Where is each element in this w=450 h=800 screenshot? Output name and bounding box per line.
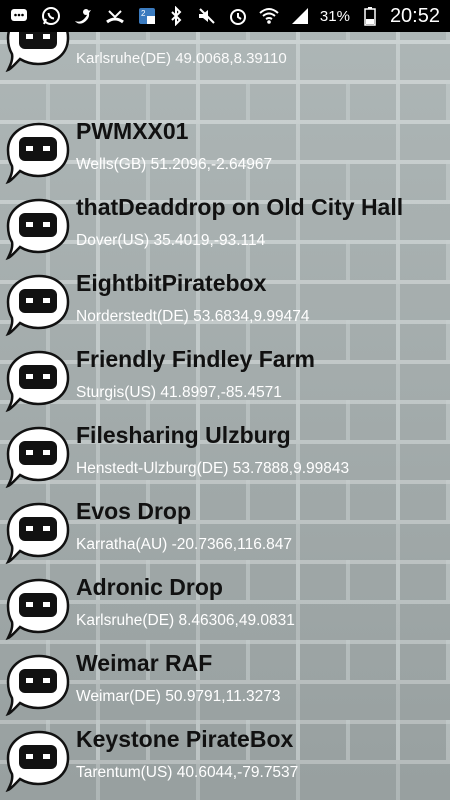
list-item-subtitle: Karratha(AU) -20.7366,116.847 — [76, 536, 292, 553]
deaddrop-speech-bubble-icon — [5, 654, 70, 717]
twitter-icon — [72, 5, 94, 27]
list-item-subtitle: Weimar(DE) 50.9791,11.3273 — [76, 688, 281, 705]
deaddrop-speech-bubble-icon — [5, 502, 70, 565]
deaddrop-speech-bubble-icon — [5, 198, 70, 261]
list-item-title: Filesharing Ulzburg — [76, 422, 291, 448]
battery-percentage: 31% — [319, 7, 350, 25]
deaddrop-speech-bubble-icon — [5, 274, 70, 337]
clock: 20:52 — [389, 4, 440, 27]
svg-text:2: 2 — [141, 9, 146, 18]
list-item[interactable]: Friendly Findley Farm Sturgis(US) 41.8997… — [0, 342, 450, 418]
list-item-title: EightbitPiratebox — [76, 270, 267, 296]
alarm-icon — [227, 5, 249, 27]
list-item[interactable]: Evos Drop Karratha(AU) -20.7366,116.847 — [0, 494, 450, 570]
signal-icon — [289, 5, 311, 27]
list-item-subtitle: Norderstedt(DE) 53.6834,9.99474 — [76, 308, 310, 325]
list-item-title: Keystone PirateBox — [76, 726, 294, 752]
deaddrop-speech-bubble-icon — [5, 350, 70, 413]
missed-call-icon — [104, 5, 126, 27]
battery-icon — [359, 5, 381, 27]
wifi-icon — [258, 5, 280, 27]
list-item-subtitle: Karlsruhe(DE) 8.46306,49.0831 — [76, 612, 295, 629]
deaddrop-speech-bubble-icon — [5, 578, 70, 641]
list-item[interactable]: Weimar RAF Weimar(DE) 50.9791,11.3273 — [0, 646, 450, 722]
list-item[interactable]: EightbitPiratebox Norderstedt(DE) 53.6834… — [0, 266, 450, 342]
dead-drop-list[interactable]: Karlsruhe(DE) 49.0068,8.39110 PWMXX01 Wel… — [0, 32, 450, 800]
list-item-subtitle: Karlsruhe(DE) 49.0068,8.39110 — [76, 50, 287, 67]
deaddrop-speech-bubble-icon — [5, 122, 70, 185]
bluetooth-icon — [165, 5, 187, 27]
deaddrop-speech-bubble-icon — [5, 730, 70, 793]
status-bar: 2 31% 20:52 — [0, 0, 450, 32]
mute-icon — [196, 5, 218, 27]
deaddrop-speech-bubble-icon — [5, 32, 70, 73]
chat-bubble-icon — [8, 5, 30, 27]
list-item-title: Friendly Findley Farm — [76, 346, 315, 372]
list-item[interactable]: thatDeaddrop on Old City Hall Dover(US) 3… — [0, 190, 450, 266]
list-item-subtitle: Henstedt-Ulzburg(DE) 53.7888,9.99843 — [76, 460, 350, 477]
list-item-title: Evos Drop — [76, 498, 192, 524]
list-item[interactable]: Filesharing Ulzburg Henstedt-Ulzburg(DE) … — [0, 418, 450, 494]
list-item-subtitle: Wells(GB) 51.2096,-2.64967 — [76, 156, 273, 173]
list-item[interactable]: Karlsruhe(DE) 49.0068,8.39110 — [0, 32, 450, 76]
list-item[interactable]: Adronic Drop Karlsruhe(DE) 8.46306,49.083… — [0, 570, 450, 646]
list-item-subtitle: Sturgis(US) 41.8997,-85.4571 — [76, 384, 282, 401]
app-notification-icon: 2 — [136, 5, 158, 27]
list-item[interactable]: Keystone PirateBox Tarentum(US) 40.6044,-… — [0, 722, 450, 798]
list-item-subtitle: Dover(US) 35.4019,-93.114 — [76, 232, 266, 249]
list-item-title: thatDeaddrop on Old City Hall — [76, 194, 404, 220]
list-item-subtitle: Tarentum(US) 40.6044,-79.7537 — [76, 764, 299, 781]
list-item[interactable]: PWMXX01 Wells(GB) 51.2096,-2.64967 — [0, 114, 450, 190]
list-item-title: Adronic Drop — [76, 574, 223, 600]
deaddrop-speech-bubble-icon — [5, 426, 70, 489]
whatsapp-icon — [40, 5, 62, 27]
list-item-title: PWMXX01 — [76, 118, 189, 144]
list-item-title: Weimar RAF — [76, 650, 213, 676]
